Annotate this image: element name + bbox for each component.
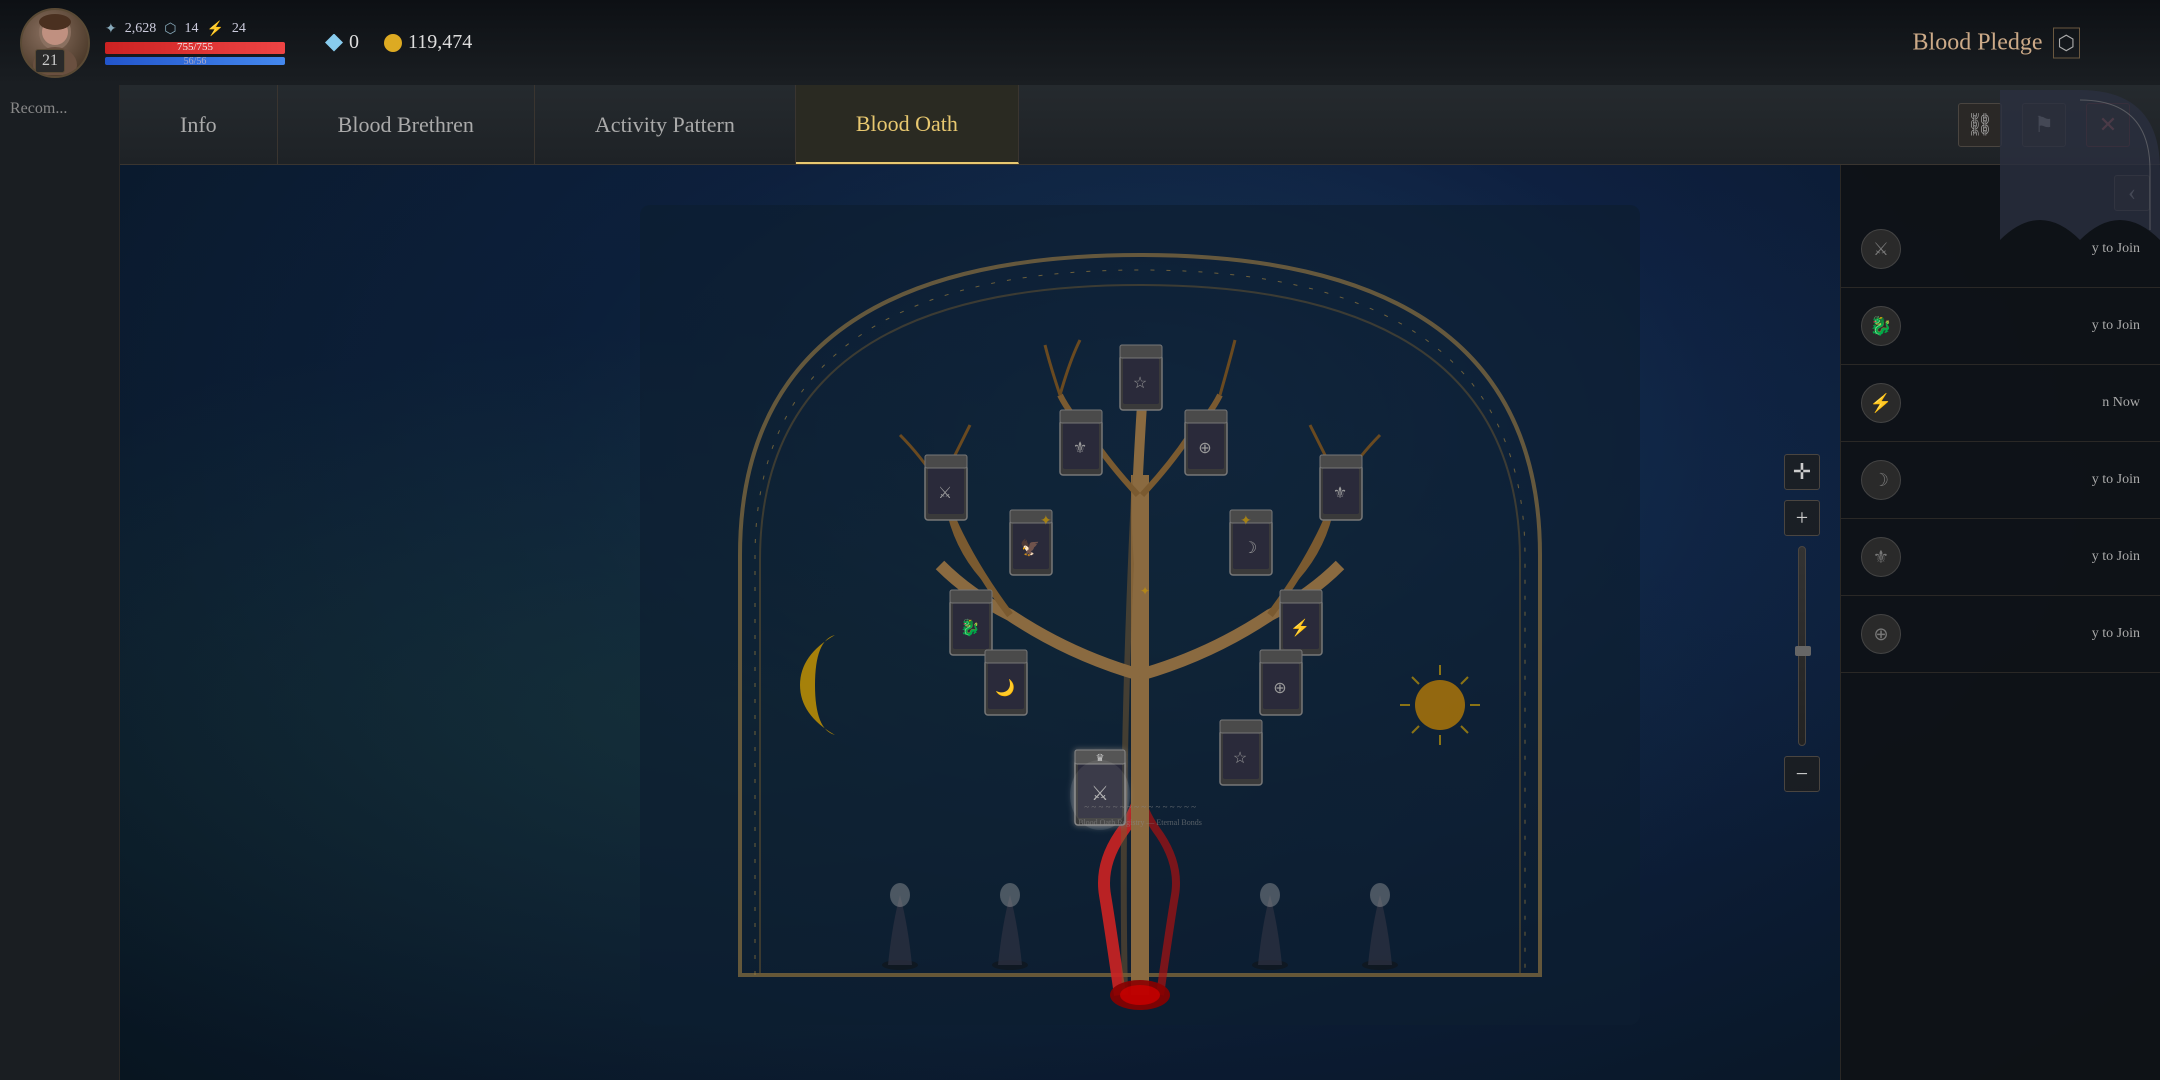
svg-text:🐉: 🐉 (960, 618, 980, 637)
hp-text: 755/755 (105, 41, 285, 53)
mp-bar-bg: 56/56 (105, 57, 285, 65)
svg-text:⚔: ⚔ (938, 485, 952, 502)
sidebar-join-4: ☽ y to Join (1841, 442, 2160, 519)
stat-row: ✦ 2,628 ⬡ 14 ⚡ 24 (105, 21, 285, 38)
join-button-2[interactable]: y to Join (2092, 318, 2140, 334)
svg-text:Blood Oath Registry — Eternal: Blood Oath Registry — Eternal Bonds (1078, 818, 1202, 827)
zoom-controls: ✛ + − (1784, 454, 1820, 792)
boot-icon: ⚡ (206, 21, 223, 38)
svg-text:✦: ✦ (1240, 514, 1252, 529)
svg-text:☆: ☆ (1233, 750, 1247, 767)
flag-icon: ⚑ (2034, 112, 2054, 138)
sidebar-join-1: ⚔ y to Join (1841, 211, 2160, 288)
svg-text:✦: ✦ (1140, 584, 1150, 598)
svg-text:⚜: ⚜ (1073, 440, 1087, 457)
level-badge: 21 (35, 49, 65, 73)
sidebar-join-2: 🐉 y to Join (1841, 288, 2160, 365)
tab-icons: ⛓ ⚑ ✕ (1958, 85, 2160, 164)
blood-pledge-icon: ⬡ (2053, 27, 2080, 58)
close-icon: ✕ (2099, 112, 2117, 138)
zoom-slider[interactable] (1798, 546, 1806, 746)
svg-text:⊕: ⊕ (1273, 680, 1286, 697)
guild-avatar-5: ⚜ (1861, 537, 1901, 577)
back-arrow-icon: ‹ (2128, 180, 2136, 207)
zoom-minus-icon: − (1796, 761, 1808, 787)
top-hud: 21 ✦ 2,628 ⬡ 14 ⚡ 24 755/755 56/56 0 (0, 0, 2160, 85)
main-panel: Info Blood Brethren Activity Pattern Blo… (120, 85, 2160, 1080)
zoom-move-icon: ✛ (1793, 459, 1811, 485)
guild-avatar-4: ☽ (1861, 460, 1901, 500)
guild-avatar-3: ⚡ (1861, 383, 1901, 423)
blood-pledge-button[interactable]: Blood Pledge ⬡ (1913, 27, 2080, 58)
gold-icon (384, 34, 402, 52)
shield-val: 14 (184, 21, 198, 37)
right-sidebar: ‹ ⚔ y to Join 🐉 y to Join ⚡ n Now ☽ y to… (1840, 165, 2160, 1080)
link-icon-button[interactable]: ⛓ (1958, 103, 2002, 147)
svg-text:⚡: ⚡ (1290, 618, 1310, 637)
tab-blood-oath[interactable]: Blood Oath (796, 85, 1019, 164)
tab-bar: Info Blood Brethren Activity Pattern Blo… (120, 85, 2160, 165)
join-button-4[interactable]: y to Join (2092, 472, 2140, 488)
boot-val: 24 (232, 21, 246, 37)
stats-bars: ✦ 2,628 ⬡ 14 ⚡ 24 755/755 56/56 (105, 21, 285, 65)
zoom-minus-button[interactable]: − (1784, 756, 1820, 792)
left-panel: Recom... (0, 85, 120, 1080)
diamond-currency: 0 (325, 31, 359, 54)
svg-text:🌙: 🌙 (995, 678, 1015, 697)
svg-text:☽: ☽ (1243, 540, 1257, 557)
blood-oath-background: ⚔ ♛ 🐉 (120, 165, 2160, 1080)
recommend-text: Recom... (0, 85, 119, 133)
svg-text:⊕: ⊕ (1198, 440, 1211, 457)
tab-activity-pattern[interactable]: Activity Pattern (535, 85, 796, 164)
svg-text:⚜: ⚜ (1333, 485, 1347, 502)
zoom-thumb[interactable] (1795, 646, 1811, 656)
svg-text:🦅: 🦅 (1020, 538, 1040, 557)
zoom-move-button[interactable]: ✛ (1784, 454, 1820, 490)
hp-bar-bg: 755/755 (105, 42, 285, 54)
zoom-plus-button[interactable]: + (1784, 500, 1820, 536)
tab-blood-brethren[interactable]: Blood Brethren (278, 85, 535, 164)
guild-avatar-2: 🐉 (1861, 306, 1901, 346)
avatar-container: 21 (20, 8, 90, 78)
shield-icon: ⬡ (164, 21, 176, 38)
guild-avatar-6: ⊕ (1861, 614, 1901, 654)
zoom-plus-icon: + (1796, 505, 1808, 531)
svg-text:☆: ☆ (1133, 375, 1147, 392)
gold-currency: 119,474 (384, 31, 472, 54)
join-button-3[interactable]: n Now (2102, 395, 2140, 411)
back-arrow-button[interactable]: ‹ (2114, 175, 2150, 211)
sword-icon: ✦ (105, 21, 117, 38)
gold-amount: 119,474 (408, 31, 472, 54)
sidebar-join-3: ⚡ n Now (1841, 365, 2160, 442)
diamond-amount: 0 (349, 31, 359, 54)
mp-text: 56/56 (105, 56, 285, 67)
close-icon-button[interactable]: ✕ (2086, 103, 2130, 147)
diamond-icon (325, 34, 343, 52)
sidebar-join-6: ⊕ y to Join (1841, 596, 2160, 673)
svg-text:✦: ✦ (1040, 514, 1052, 529)
join-button-5[interactable]: y to Join (2092, 549, 2140, 565)
flag-icon-button[interactable]: ⚑ (2022, 103, 2066, 147)
blood-pledge-label: Blood Pledge (1913, 29, 2043, 56)
tree-container: ⚔ ♛ 🐉 (590, 175, 1690, 1075)
sword-val: 2,628 (125, 21, 157, 37)
link-icon: ⛓ (1966, 112, 1994, 138)
hp-bar: 755/755 56/56 (105, 42, 285, 65)
svg-text:~ ~ ~ ~ ~ ~ ~ ~ ~ ~ ~ ~ ~ ~ ~: ~ ~ ~ ~ ~ ~ ~ ~ ~ ~ ~ ~ ~ ~ ~ ~ (1084, 802, 1196, 812)
join-button-6[interactable]: y to Join (2092, 626, 2140, 642)
sidebar-join-5: ⚜ y to Join (1841, 519, 2160, 596)
tab-info[interactable]: Info (120, 85, 278, 164)
content-area: ⚔ ♛ 🐉 (120, 165, 2160, 1080)
currency-area: 0 119,474 (325, 31, 472, 54)
join-button-1[interactable]: y to Join (2092, 241, 2140, 257)
guild-avatar-1: ⚔ (1861, 229, 1901, 269)
